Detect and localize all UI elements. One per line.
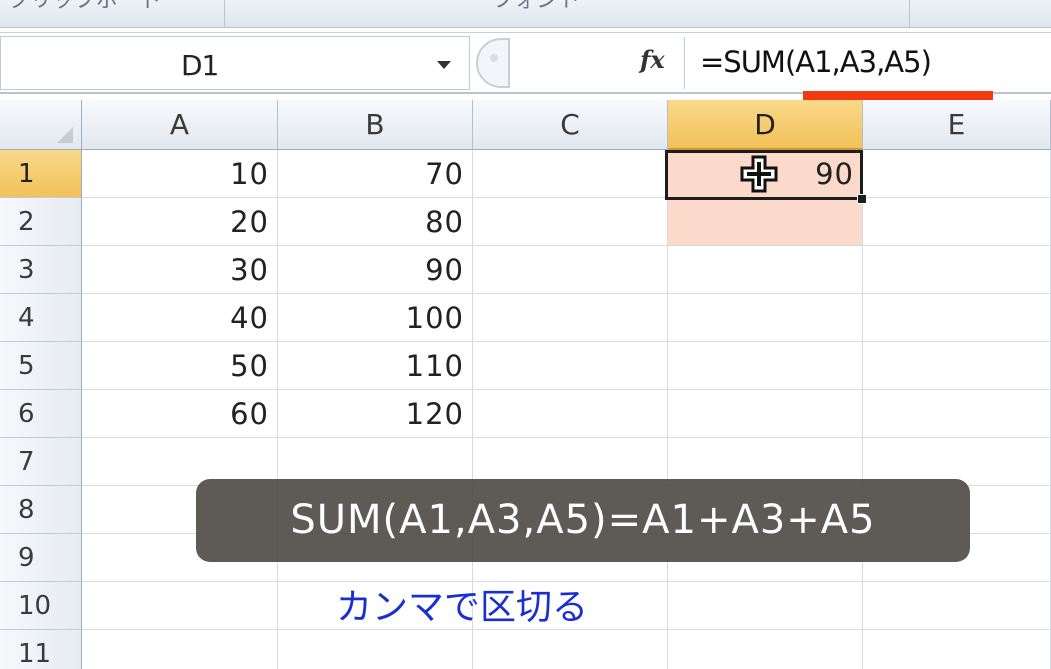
caption-overlay: SUM(A1,A3,A5)=A1+A3+A5 xyxy=(196,479,970,562)
cell-a2[interactable]: 20 xyxy=(82,198,278,246)
ribbon: クリップボード フォント xyxy=(0,0,1051,28)
cell-d11[interactable] xyxy=(668,630,863,669)
insert-function-icon[interactable]: fx xyxy=(640,45,665,74)
cell-b3[interactable]: 90 xyxy=(278,246,473,294)
cell-a10[interactable] xyxy=(82,582,278,630)
row-header-2[interactable]: 2 xyxy=(0,198,82,246)
cell-c2[interactable] xyxy=(473,198,668,246)
row-header-4[interactable]: 4 xyxy=(0,294,82,342)
cell-b2[interactable]: 80 xyxy=(278,198,473,246)
cell-c4[interactable] xyxy=(473,294,668,342)
cell-b4[interactable]: 100 xyxy=(278,294,473,342)
select-all-triangle-icon xyxy=(57,127,73,143)
column-header-e[interactable]: E xyxy=(863,100,1051,150)
cell-d2[interactable] xyxy=(668,198,863,246)
cell-b5[interactable]: 110 xyxy=(278,342,473,390)
cell-e3[interactable] xyxy=(863,246,1051,294)
cell-c1[interactable] xyxy=(473,150,668,198)
cell-c5[interactable] xyxy=(473,342,668,390)
row-header-5[interactable]: 5 xyxy=(0,342,82,390)
cell-e6[interactable] xyxy=(863,390,1051,438)
row-header-9[interactable]: 9 xyxy=(0,534,82,582)
divider xyxy=(684,37,685,89)
formula-input[interactable]: =SUM(A1,A3,A5) xyxy=(700,45,932,79)
cell-a11[interactable] xyxy=(82,630,278,669)
cell-a3[interactable]: 30 xyxy=(82,246,278,294)
cell-e4[interactable] xyxy=(863,294,1051,342)
cell-d6[interactable] xyxy=(668,390,863,438)
row-header-3[interactable]: 3 xyxy=(0,246,82,294)
select-all-button[interactable] xyxy=(0,100,82,150)
row-header-10[interactable]: 10 xyxy=(0,582,82,630)
cell-select-cursor-icon xyxy=(740,155,778,193)
cell-e1[interactable] xyxy=(863,150,1051,198)
row-header-6[interactable]: 6 xyxy=(0,390,82,438)
cell-a1[interactable]: 10 xyxy=(82,150,278,198)
cell-b11[interactable] xyxy=(278,630,473,669)
cell-a4[interactable]: 40 xyxy=(82,294,278,342)
cell-c6[interactable] xyxy=(473,390,668,438)
ribbon-group-font: フォント xyxy=(230,0,910,27)
cell-d10[interactable] xyxy=(668,582,863,630)
name-box-value: D1 xyxy=(181,49,219,82)
cell-c3[interactable] xyxy=(473,246,668,294)
cell-b6[interactable]: 120 xyxy=(278,390,473,438)
chevron-down-icon[interactable] xyxy=(437,61,451,69)
cell-d4[interactable] xyxy=(668,294,863,342)
cell-e10[interactable] xyxy=(863,582,1051,630)
ribbon-group-label-font: フォント xyxy=(492,0,581,13)
column-header-d[interactable]: D xyxy=(668,100,863,150)
formula-bar: D1 fx =SUM(A1,A3,A5) xyxy=(0,32,1051,94)
cell-e5[interactable] xyxy=(863,342,1051,390)
column-header-c[interactable]: C xyxy=(473,100,668,150)
name-box[interactable]: D1 xyxy=(0,36,470,90)
row-header-7[interactable]: 7 xyxy=(0,438,82,486)
row-header-1[interactable]: 1 xyxy=(0,150,82,198)
grip-dot-icon xyxy=(490,54,498,62)
cell-e2[interactable] xyxy=(863,198,1051,246)
ribbon-group-clipboard: クリップボード xyxy=(0,0,225,27)
cell-d3[interactable] xyxy=(668,246,863,294)
cell-c11[interactable] xyxy=(473,630,668,669)
fill-handle[interactable] xyxy=(857,194,867,204)
row-header-8[interactable]: 8 xyxy=(0,486,82,534)
row-header-11[interactable]: 11 xyxy=(0,630,82,669)
cell-a6[interactable]: 60 xyxy=(82,390,278,438)
column-header-a[interactable]: A xyxy=(82,100,278,150)
cell-e11[interactable] xyxy=(863,630,1051,669)
formula-bar-resize-handle[interactable] xyxy=(476,38,510,88)
cell-b1[interactable]: 70 xyxy=(278,150,473,198)
cell-a5[interactable]: 50 xyxy=(82,342,278,390)
cell-d5[interactable] xyxy=(668,342,863,390)
column-header-b[interactable]: B xyxy=(278,100,473,150)
ribbon-group-label-clipboard: クリップボード xyxy=(8,0,163,13)
annotation-note: カンマで区切る xyxy=(336,587,589,628)
